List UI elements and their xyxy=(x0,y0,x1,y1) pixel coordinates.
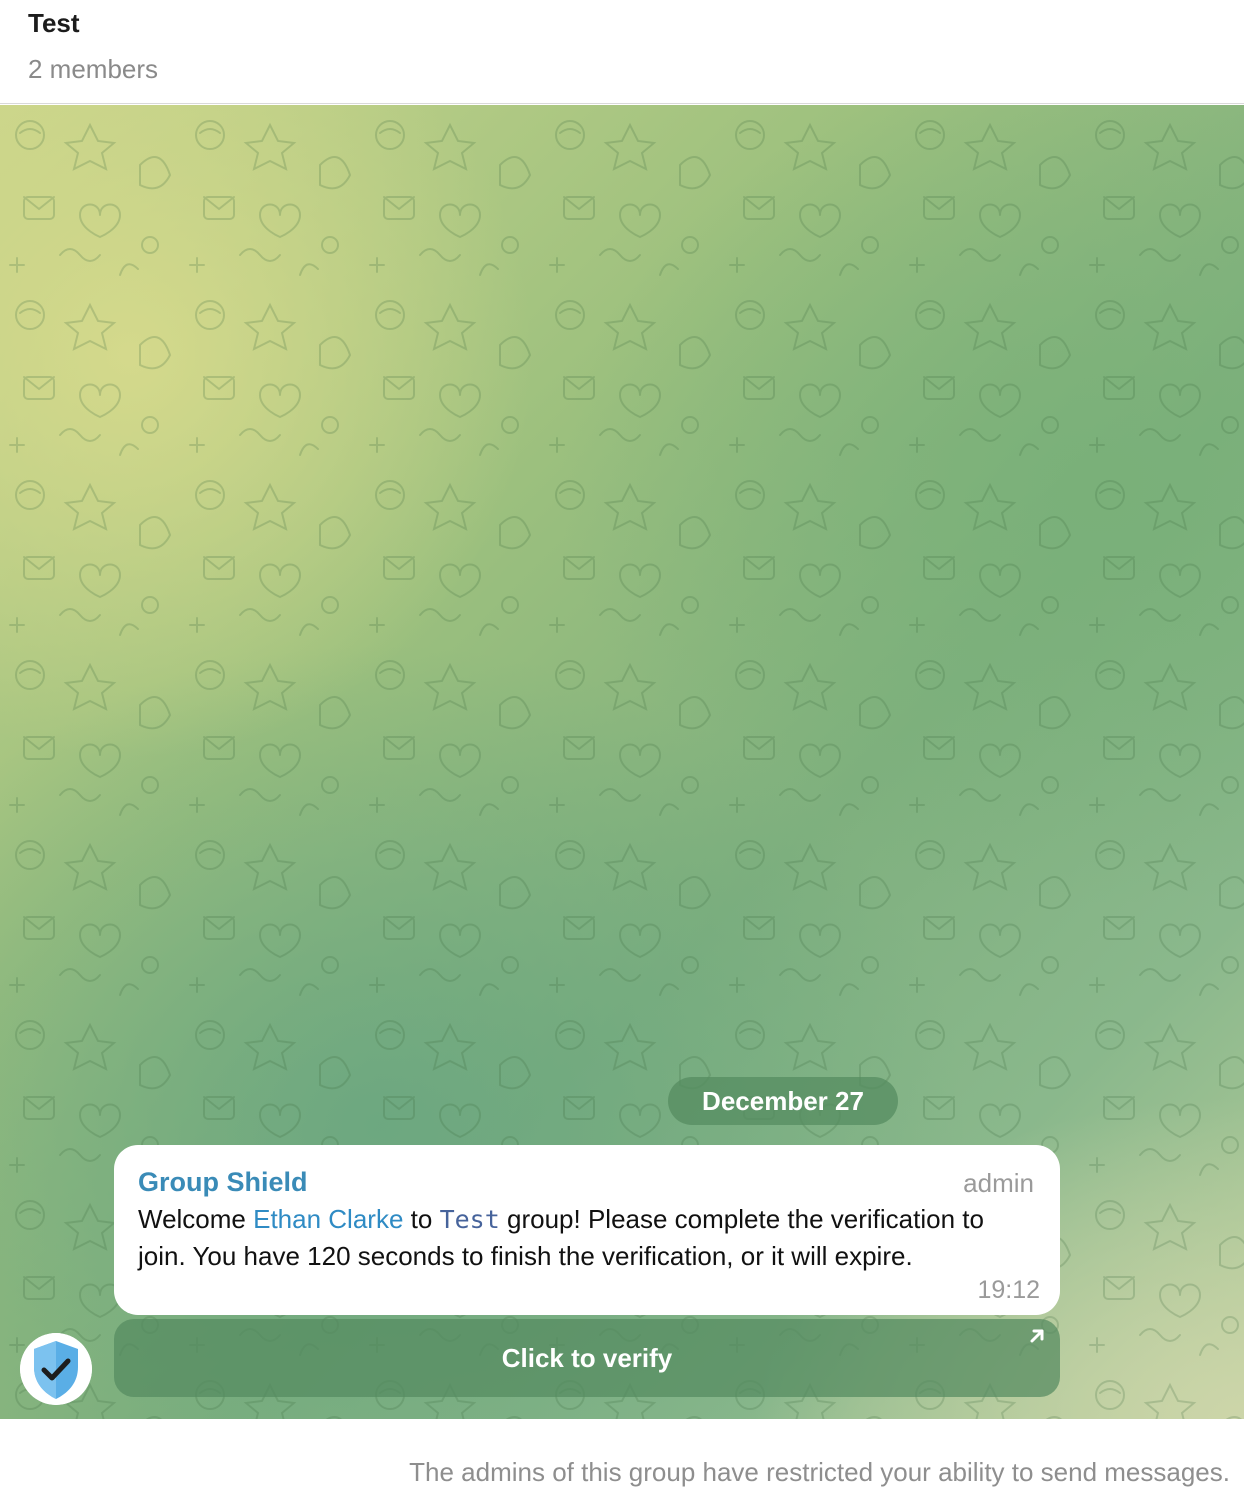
verify-button[interactable]: Click to verify xyxy=(114,1319,1060,1397)
shield-check-icon xyxy=(20,1333,92,1405)
chat-header[interactable]: Test 2 members xyxy=(0,0,1244,104)
sender-role-badge: admin xyxy=(963,1168,1034,1198)
message-text-welcome: Welcome xyxy=(138,1204,254,1234)
message-text: Welcome Ethan Clarke to Test group! Plea… xyxy=(138,1201,1038,1274)
user-mention-link[interactable]: Ethan Clarke xyxy=(253,1204,403,1234)
composer-area: The admins of this group have restricted… xyxy=(0,1419,1244,1500)
chat-title[interactable]: Test xyxy=(28,8,80,39)
date-separator: December 27 xyxy=(668,1077,898,1125)
sender-name[interactable]: Group Shield xyxy=(138,1167,308,1198)
restricted-notice: The admins of this group have restricted… xyxy=(409,1457,1230,1487)
group-name-code[interactable]: Test xyxy=(440,1205,500,1234)
sender-avatar[interactable] xyxy=(20,1333,92,1405)
verify-button-label: Click to verify xyxy=(501,1343,673,1373)
message-text-to: to xyxy=(403,1204,440,1234)
chat-background: December 27 Group Shield admin Welcome E… xyxy=(0,105,1244,1419)
message-time: 19:12 xyxy=(977,1276,1040,1304)
open-link-arrow-icon xyxy=(1030,1329,1044,1343)
message-bubble[interactable]: Group Shield admin Welcome Ethan Clarke … xyxy=(114,1145,1060,1315)
member-count: 2 members xyxy=(28,54,159,84)
